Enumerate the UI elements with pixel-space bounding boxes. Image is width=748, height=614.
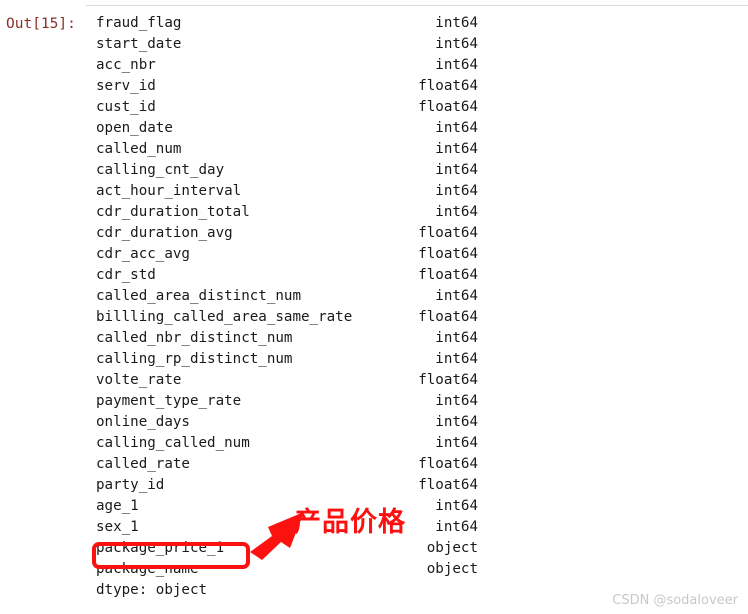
dtype-row: calling_called_num int64 [96,433,478,454]
dtype-row: open_date int64 [96,118,478,139]
dtype-row-type: float64 [418,78,478,94]
dtype-row-name: online_days [96,414,190,430]
dtype-row: cdr_std float64 [96,265,478,286]
dtype-row-name: serv_id [96,78,156,94]
dtype-row-type: int64 [435,498,478,514]
dtype-row-type: float64 [418,309,478,325]
dtype-row-type: int64 [435,141,478,157]
dtype-row: start_date int64 [96,34,478,55]
output-prompt-label: Out[15]: [6,16,76,32]
dtype-row-type: int64 [435,183,478,199]
dtype-row: fraud_flag int64 [96,13,478,34]
dtype-row-type: int64 [435,435,478,451]
dtype-row-name: called_nbr_distinct_num [96,330,293,346]
dtype-row: party_id float64 [96,475,478,496]
dtype-row-name: open_date [96,120,173,136]
dtype-row-type: int64 [435,519,478,535]
dtype-row: sex_1 int64 [96,517,478,538]
dtype-row-name: cdr_duration_avg [96,225,233,241]
dtype-row: called_rate float64 [96,454,478,475]
dtype-row-name: cdr_duration_total [96,204,250,220]
dtype-row-type: float64 [418,225,478,241]
dtype-row: cdr_duration_avg float64 [96,223,478,244]
dtype-row: act_hour_interval int64 [96,181,478,202]
dtype-row-name: cdr_acc_avg [96,246,190,262]
dtype-row-type: int64 [435,414,478,430]
dtype-row-name: package_name [96,561,199,577]
dtype-row-name: age_1 [96,498,139,514]
dtype-row-type: float64 [418,99,478,115]
dtype-row: cdr_acc_avg float64 [96,244,478,265]
dtype-row-type: int64 [435,57,478,73]
dtype-row: payment_type_rate int64 [96,391,478,412]
dtype-row-type: object [426,561,478,577]
dtype-row-name: volte_rate [96,372,182,388]
dtype-row: calling_cnt_day int64 [96,160,478,181]
dtype-row-name: called_rate [96,456,190,472]
dtype-row-name: called_area_distinct_num [96,288,301,304]
dtype-row-name: cdr_std [96,267,156,283]
dtype-row: online_days int64 [96,412,478,433]
dtype-listing: fraud_flag int64 start_date int64 acc_nbr int… [96,13,478,580]
dtype-row: acc_nbr int64 [96,55,478,76]
dtype-row: package_price_1 object [96,538,478,559]
dtype-row-name: acc_nbr [96,57,156,73]
dtype-footer-line: dtype: object [96,582,208,598]
dtype-row-name: payment_type_rate [96,393,242,409]
dtype-row-name: act_hour_interval [96,183,242,199]
dtype-row-name: calling_called_num [96,435,250,451]
output-top-divider [86,5,748,6]
dtype-row-type: int64 [435,120,478,136]
dtype-row-name: calling_rp_distinct_num [96,351,293,367]
dtype-row: called_nbr_distinct_num int64 [96,328,478,349]
dtype-row: called_num int64 [96,139,478,160]
watermark: CSDN @sodaloveer [612,593,738,608]
dtype-row: called_area_distinct_num int64 [96,286,478,307]
dtype-row-name: cust_id [96,99,156,115]
dtype-row-type: float64 [418,372,478,388]
dtype-row: calling_rp_distinct_num int64 [96,349,478,370]
dtype-row-type: int64 [435,393,478,409]
dtype-row-name: calling_cnt_day [96,162,225,178]
dtype-row-type: object [426,540,478,556]
dtype-row-type: int64 [435,36,478,52]
dtype-row-type: float64 [418,477,478,493]
dtype-row-type: int64 [435,330,478,346]
dtype-row-name: fraud_flag [96,15,182,31]
dtype-row-type: int64 [435,351,478,367]
dtype-row-name: billling_called_area_same_rate [96,309,353,325]
dtype-row-name: party_id [96,477,165,493]
dtype-row-type: float64 [418,456,478,472]
dtype-row-type: float64 [418,267,478,283]
dtype-row-type: float64 [418,246,478,262]
dtype-row-name: sex_1 [96,519,139,535]
notebook-output-cell: Out[15]: fraud_flag int64 start_date int64 a… [0,0,748,614]
dtype-row-type: int64 [435,15,478,31]
dtype-row: age_1 int64 [96,496,478,517]
dtype-row: cdr_duration_total int64 [96,202,478,223]
dtype-row: cust_id float64 [96,97,478,118]
dtype-row: serv_id float64 [96,76,478,97]
dtype-row-name: package_price_1 [96,540,225,556]
dtype-row-name: called_num [96,141,182,157]
dtype-row-name: start_date [96,36,182,52]
dtype-row-type: int64 [435,204,478,220]
dtype-row-type: int64 [435,288,478,304]
dtype-row: package_name object [96,559,478,580]
dtype-row: volte_rate float64 [96,370,478,391]
dtype-row-type: int64 [435,162,478,178]
dtype-row: billling_called_area_same_rate float64 [96,307,478,328]
